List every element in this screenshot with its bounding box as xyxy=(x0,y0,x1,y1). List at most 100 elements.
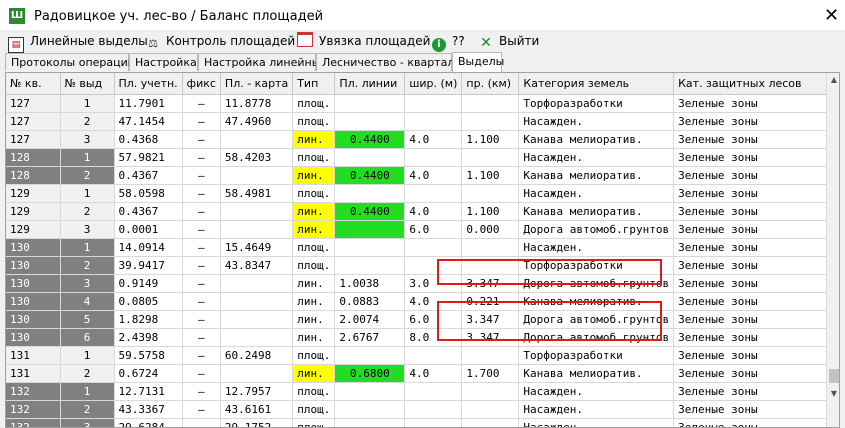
cell-area-recorded[interactable]: 58.0598 xyxy=(114,184,183,203)
tab-forestry-quarters[interactable]: Лесничество - кварталы xyxy=(316,53,463,71)
cell-protection-category[interactable]: Зеленые зоны xyxy=(673,166,833,185)
cell-line-area[interactable] xyxy=(334,148,406,167)
cell-width[interactable] xyxy=(404,382,463,401)
cell-line-area[interactable]: 0.4400 xyxy=(334,202,406,221)
cell-width[interactable]: 6.0 xyxy=(404,220,463,239)
cell-width[interactable] xyxy=(404,418,463,427)
cell-length[interactable] xyxy=(461,400,520,419)
cell-quarter[interactable]: 129 xyxy=(6,184,61,203)
cell-area-recorded[interactable]: 1.8298 xyxy=(114,310,183,329)
table-row[interactable]: 130 5 1.8298– лин. 2.0074 6.0 3.347 Дорога авто… xyxy=(6,310,833,329)
cell-quarter[interactable]: 130 xyxy=(6,292,61,311)
cell-quarter[interactable]: 131 xyxy=(6,364,61,383)
cell-area-map[interactable] xyxy=(220,310,294,329)
cell-quarter[interactable]: 132 xyxy=(6,400,61,419)
cell-area-map[interactable]: 47.4960 xyxy=(220,112,294,131)
cell-land-category[interactable]: Канава мелиоратив. xyxy=(518,166,675,185)
table-row[interactable]: 128 1 57.9821–58.4203 площ. Насажден. Зеленые… xyxy=(6,148,833,167)
cell-type[interactable]: лин. xyxy=(292,310,336,329)
cell-land-category[interactable]: Насажден. xyxy=(518,112,675,131)
cell-protection-category[interactable]: Зеленые зоны xyxy=(673,310,833,329)
table-row[interactable]: 129 3 0.0001– лин. 6.0 0.000 Дорога автомоб.гр… xyxy=(6,220,833,239)
cell-plot[interactable]: 1 xyxy=(60,346,115,365)
cell-fixed[interactable]: – xyxy=(182,292,221,311)
cell-area-map[interactable] xyxy=(220,274,294,293)
cell-area-map[interactable] xyxy=(220,220,294,239)
cell-line-area[interactable]: 0.0883 xyxy=(334,292,406,311)
cell-fixed[interactable]: – xyxy=(182,184,221,203)
cell-line-area[interactable] xyxy=(334,220,406,239)
cell-plot[interactable]: 1 xyxy=(60,148,115,167)
cell-plot[interactable]: 5 xyxy=(60,310,115,329)
cell-area-recorded[interactable]: 57.9821 xyxy=(114,148,183,167)
cell-length[interactable] xyxy=(461,418,520,427)
cell-line-area[interactable] xyxy=(334,184,406,203)
cell-protection-category[interactable]: Зеленые зоны xyxy=(673,328,833,347)
vertical-scrollbar[interactable]: ▲ ▼ xyxy=(826,73,839,427)
cell-type[interactable]: лин. xyxy=(292,220,336,239)
cell-protection-category[interactable]: Зеленые зоны xyxy=(673,346,833,365)
table-row[interactable]: 127 3 0.4368– лин. 0.4400 4.0 1.100 Канава мели… xyxy=(6,130,833,149)
table-row[interactable]: 132 3 29.6284–29.1752 площ. Насажден. Зеленые… xyxy=(6,418,833,427)
cell-protection-category[interactable]: Зеленые зоны xyxy=(673,112,833,131)
cell-type[interactable]: площ. xyxy=(292,418,336,427)
cell-type[interactable]: площ. xyxy=(292,238,336,257)
cell-area-recorded[interactable]: 0.4367 xyxy=(114,202,183,221)
cell-protection-category[interactable]: Зеленые зоны xyxy=(673,256,833,275)
cell-length[interactable] xyxy=(461,184,520,203)
cell-area-recorded[interactable]: 59.5758 xyxy=(114,346,183,365)
menu-linear-plots[interactable]: ▤ Линейные выделы xyxy=(8,32,148,53)
cell-area-recorded[interactable]: 0.4367 xyxy=(114,166,183,185)
cell-line-area[interactable] xyxy=(334,400,406,419)
cell-fixed[interactable]: – xyxy=(182,220,221,239)
cell-area-map[interactable] xyxy=(220,292,294,311)
scroll-up-icon[interactable]: ▲ xyxy=(827,73,839,87)
cell-plot[interactable]: 3 xyxy=(60,220,115,239)
cell-land-category[interactable]: Насажден. xyxy=(518,184,675,203)
cell-land-category[interactable]: Насажден. xyxy=(518,238,675,257)
cell-width[interactable] xyxy=(404,346,463,365)
cell-fixed[interactable]: – xyxy=(182,418,221,427)
cell-protection-category[interactable]: Зеленые зоны xyxy=(673,220,833,239)
col-header[interactable]: Пл. линии xyxy=(334,73,406,95)
cell-protection-category[interactable]: Зеленые зоны xyxy=(673,184,833,203)
cell-area-map[interactable]: 15.4649 xyxy=(220,238,294,257)
cell-area-map[interactable]: 11.8778 xyxy=(220,94,294,113)
cell-width[interactable]: 4.0 xyxy=(404,166,463,185)
cell-quarter[interactable]: 132 xyxy=(6,382,61,401)
cell-area-recorded[interactable]: 12.7131 xyxy=(114,382,183,401)
cell-area-recorded[interactable]: 47.1454 xyxy=(114,112,183,131)
cell-area-recorded[interactable]: 0.9149 xyxy=(114,274,183,293)
cell-plot[interactable]: 2 xyxy=(60,166,115,185)
cell-quarter[interactable]: 130 xyxy=(6,310,61,329)
cell-quarter[interactable]: 130 xyxy=(6,328,61,347)
cell-line-area[interactable]: 0.6800 xyxy=(334,364,406,383)
col-header[interactable]: фикс xyxy=(182,73,221,95)
cell-land-category[interactable]: Дорога автомоб.грунтов xyxy=(518,220,675,239)
cell-quarter[interactable]: 132 xyxy=(6,418,61,427)
cell-fixed[interactable]: – xyxy=(182,166,221,185)
cell-fixed[interactable]: – xyxy=(182,310,221,329)
cell-width[interactable] xyxy=(404,148,463,167)
col-header[interactable]: Тип xyxy=(292,73,336,95)
cell-line-area[interactable] xyxy=(334,382,406,401)
cell-length[interactable] xyxy=(461,112,520,131)
cell-width[interactable]: 4.0 xyxy=(404,130,463,149)
cell-plot[interactable]: 2 xyxy=(60,112,115,131)
col-header[interactable]: № выд xyxy=(60,73,115,95)
cell-width[interactable]: 4.0 xyxy=(404,364,463,383)
cell-type[interactable]: лин. xyxy=(292,130,336,149)
cell-length[interactable] xyxy=(461,238,520,257)
table-row[interactable]: 131 2 0.6724– лин. 0.6800 4.0 1.700 Канава мели… xyxy=(6,364,833,383)
cell-line-area[interactable]: 1.0038 xyxy=(334,274,406,293)
cell-land-category[interactable]: Насажден. xyxy=(518,418,675,427)
cell-line-area[interactable] xyxy=(334,94,406,113)
cell-fixed[interactable]: – xyxy=(182,148,221,167)
cell-plot[interactable]: 1 xyxy=(60,184,115,203)
cell-area-recorded[interactable]: 29.6284 xyxy=(114,418,183,427)
scroll-down-icon[interactable]: ▼ xyxy=(827,387,839,401)
cell-line-area[interactable]: 2.6767 xyxy=(334,328,406,347)
cell-area-map[interactable] xyxy=(220,130,294,149)
cell-fixed[interactable]: – xyxy=(182,256,221,275)
col-header[interactable]: шир. (м) xyxy=(404,73,463,95)
